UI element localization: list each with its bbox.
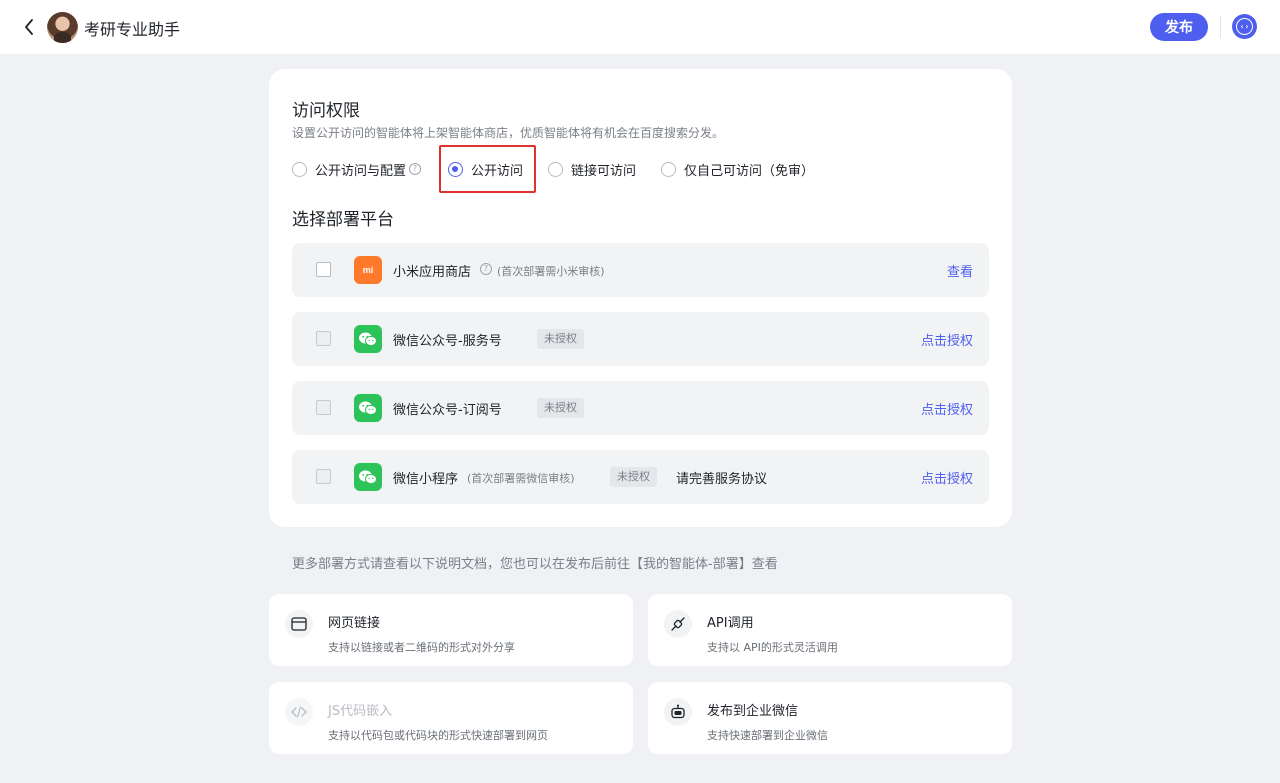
method-card-wecom[interactable]: 发布到企业微信 支持快速部署到企业微信 xyxy=(648,682,1012,754)
platform-row-wechat-service[interactable]: 微信公众号-服务号 未授权 点击授权 xyxy=(292,312,989,366)
radio-label: 链接可访问 xyxy=(571,163,637,179)
api-plug-icon xyxy=(664,610,692,638)
avatar[interactable] xyxy=(47,12,78,43)
radio-circle[interactable] xyxy=(292,161,307,177)
back-button[interactable] xyxy=(18,15,40,39)
radio-label: 公开访问 xyxy=(471,163,524,179)
method-title: 发布到企业微信 xyxy=(707,704,799,719)
platform-name: 微信小程序 xyxy=(393,472,459,487)
help-icon[interactable]: ? xyxy=(480,263,492,275)
platform-name: 微信公众号-订阅号 xyxy=(393,403,502,418)
method-card-api[interactable]: API调用 支持以 API的形式灵活调用 xyxy=(648,594,1012,666)
method-desc: 支持以 API的形式灵活调用 xyxy=(707,641,838,654)
authorize-link[interactable]: 点击授权 xyxy=(921,399,973,418)
service-agreement-link[interactable]: 请完善服务协议 xyxy=(676,468,767,487)
radio-circle[interactable] xyxy=(548,161,563,177)
method-desc: 支持以链接或者二维码的形式对外分享 xyxy=(328,641,515,654)
method-card-js-embed[interactable]: JS代码嵌入 支持以代码包或代码块的形式快速部署到网页 xyxy=(269,682,633,754)
platform-checkbox[interactable] xyxy=(316,469,331,484)
platform-note: (首次部署需小米审核) xyxy=(497,265,605,278)
robot-icon xyxy=(664,698,692,726)
top-bar: 考研专业助手 发布 ‹› xyxy=(0,0,1280,54)
wechat-icon xyxy=(354,463,382,491)
wechat-icon xyxy=(354,325,382,353)
publish-settings-card: 访问权限 设置公开访问的智能体将上架智能体商店，优质智能体将有机会在百度搜索分发… xyxy=(269,69,1012,527)
authorize-link[interactable]: 点击授权 xyxy=(921,330,973,349)
platform-checkbox[interactable] xyxy=(316,262,331,277)
header-divider xyxy=(1220,16,1221,38)
radio-circle[interactable] xyxy=(661,161,676,177)
platform-name: 微信公众号-服务号 xyxy=(393,334,502,349)
web-link-icon xyxy=(285,610,313,638)
platform-row-wechat-subscription[interactable]: 微信公众号-订阅号 未授权 点击授权 xyxy=(292,381,989,435)
platform-note: (首次部署需微信审核) xyxy=(467,472,575,485)
authorize-link[interactable]: 点击授权 xyxy=(921,468,973,487)
xiaomi-icon: mi xyxy=(354,256,382,284)
radio-label: 仅自己可访问（免审） xyxy=(684,163,815,179)
platform-checkbox[interactable] xyxy=(316,400,331,415)
view-link[interactable]: 查看 xyxy=(947,261,973,280)
radio-private[interactable]: 仅自己可访问（免审） xyxy=(661,158,814,180)
chevron-left-icon xyxy=(25,19,33,35)
platform-row-wechat-miniprogram[interactable]: 微信小程序 (首次部署需微信审核) 未授权 请完善服务协议 点击授权 xyxy=(292,450,989,504)
radio-public-with-config[interactable]: 公开访问与配置 ? xyxy=(292,158,422,180)
platform-row-xiaomi[interactable]: mi 小米应用商店 ? (首次部署需小米审核) 查看 xyxy=(292,243,989,297)
method-desc: 支持快速部署到企业微信 xyxy=(707,729,828,742)
platform-checkbox[interactable] xyxy=(316,331,331,346)
code-embed-icon xyxy=(285,698,313,726)
method-desc: 支持以代码包或代码块的形式快速部署到网页 xyxy=(328,729,548,742)
radio-public[interactable]: 公开访问 xyxy=(448,158,523,180)
method-title: API调用 xyxy=(707,616,754,631)
platform-name: 小米应用商店 xyxy=(393,265,472,280)
radio-link-access[interactable]: 链接可访问 xyxy=(548,158,636,180)
publish-button[interactable]: 发布 xyxy=(1150,13,1208,41)
code-icon: ‹› xyxy=(1236,18,1253,35)
code-button[interactable]: ‹› xyxy=(1232,14,1257,39)
radio-label: 公开访问与配置 xyxy=(315,163,407,179)
method-card-web-link[interactable]: 网页链接 支持以链接或者二维码的形式对外分享 xyxy=(269,594,633,666)
status-badge: 未授权 xyxy=(537,398,584,418)
method-title: 网页链接 xyxy=(328,616,381,631)
status-badge: 未授权 xyxy=(537,329,584,349)
radio-circle-checked[interactable] xyxy=(448,161,463,177)
access-title: 访问权限 xyxy=(292,101,360,121)
wechat-icon xyxy=(354,394,382,422)
method-title: JS代码嵌入 xyxy=(328,704,393,719)
platform-title: 选择部署平台 xyxy=(292,210,394,230)
status-badge: 未授权 xyxy=(610,467,657,487)
agent-name: 考研专业助手 xyxy=(84,20,181,39)
help-icon[interactable]: ? xyxy=(409,163,422,175)
access-description: 设置公开访问的智能体将上架智能体商店，优质智能体将有机会在百度搜索分发。 xyxy=(292,126,725,140)
more-deploy-hint: 更多部署方式请查看以下说明文档，您也可以在发布后前往【我的智能体-部署】查看 xyxy=(292,557,778,572)
